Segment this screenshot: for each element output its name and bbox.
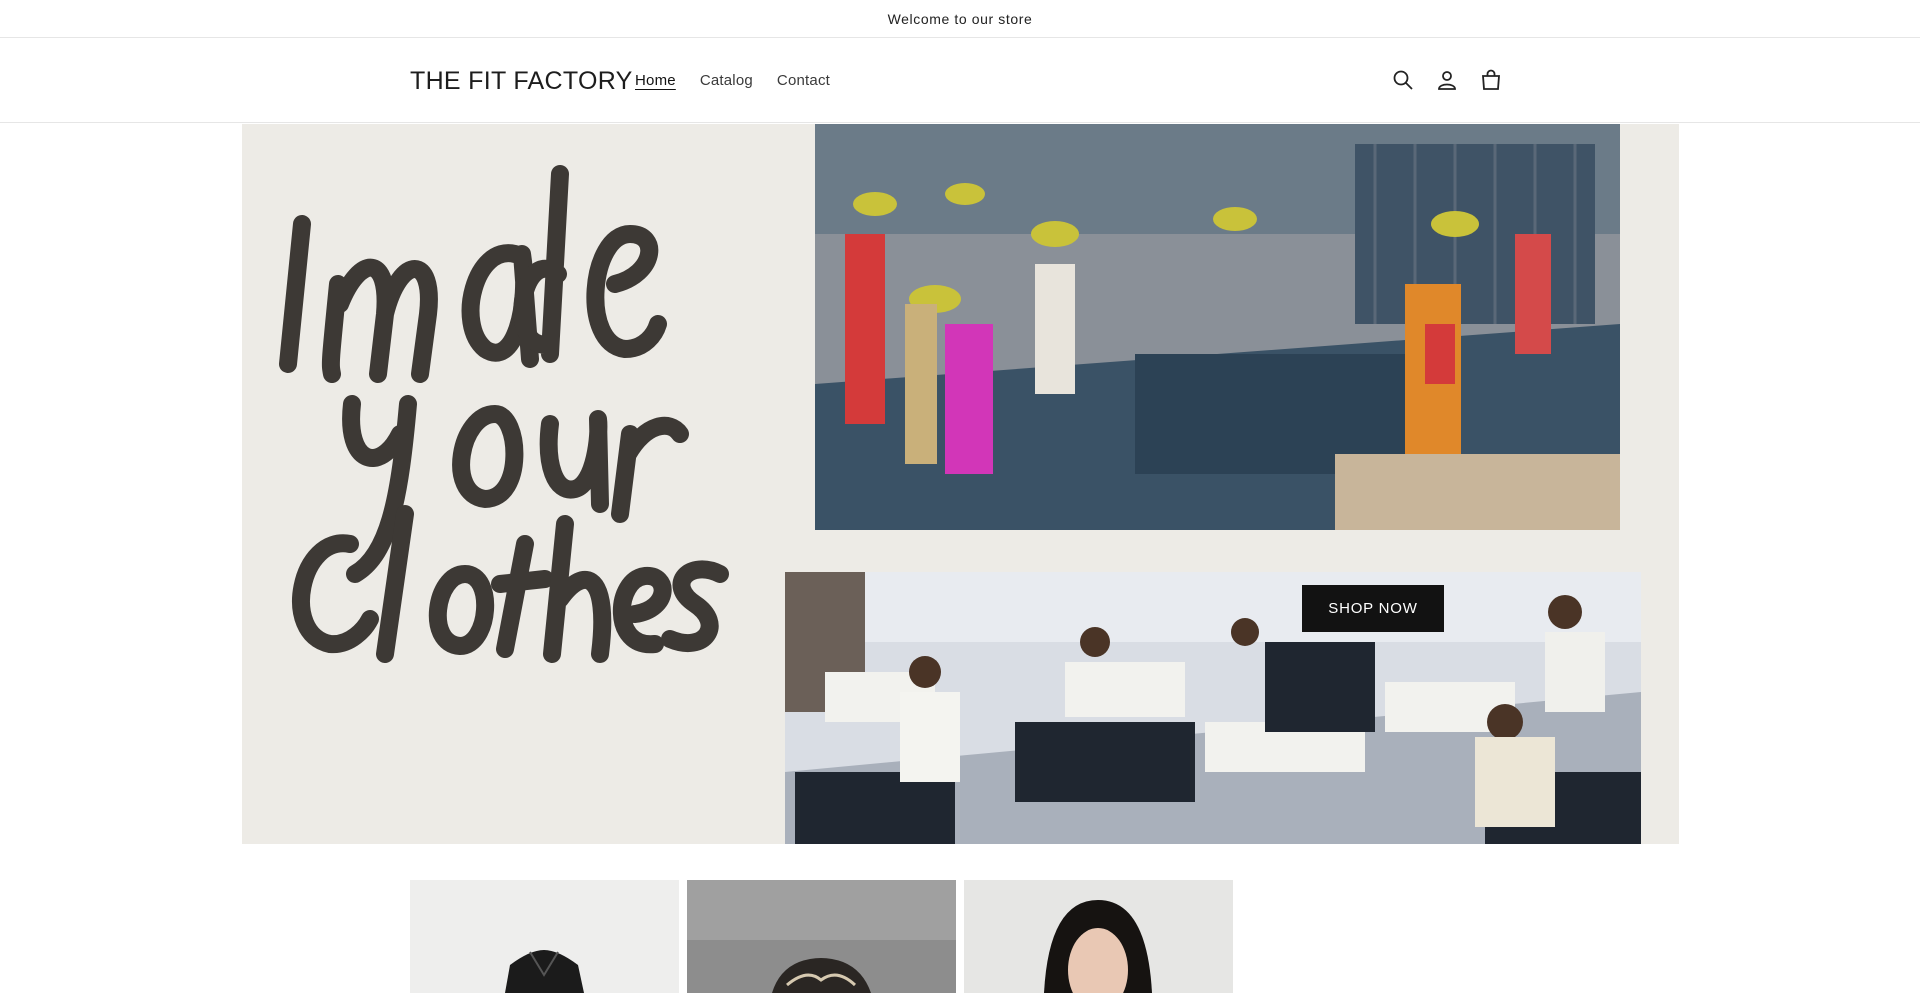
- patterned-garment-image: [687, 880, 956, 993]
- product-card[interactable]: [964, 880, 1233, 993]
- cart-icon[interactable]: [1478, 67, 1504, 93]
- hero-factory-photo-bottom: [785, 572, 1641, 844]
- main-nav: Home Catalog Contact: [635, 72, 854, 89]
- product-card[interactable]: [687, 880, 956, 993]
- shop-now-button[interactable]: SHOP NOW: [1302, 585, 1444, 632]
- woman-portrait-image: [964, 880, 1233, 993]
- site-header: THE FIT FACTORY Home Catalog Contact: [0, 39, 1920, 123]
- hero-handwritten-artwork: [279, 165, 729, 663]
- header-icons: [1390, 67, 1504, 93]
- leather-jacket-image: [410, 880, 679, 993]
- hero-banner: SHOP NOW: [242, 124, 1679, 844]
- announcement-bar: Welcome to our store: [0, 0, 1920, 38]
- announcement-text: Welcome to our store: [887, 10, 1033, 27]
- hero-factory-photo-top: [815, 124, 1620, 530]
- search-icon[interactable]: [1390, 67, 1416, 93]
- nav-catalog-link[interactable]: Catalog: [700, 72, 753, 89]
- product-card[interactable]: [410, 880, 679, 993]
- nav-home-link[interactable]: Home: [635, 72, 676, 89]
- account-icon[interactable]: [1434, 67, 1460, 93]
- nav-contact-link[interactable]: Contact: [777, 72, 830, 89]
- store-logo[interactable]: THE FIT FACTORY: [410, 67, 633, 96]
- product-grid: [410, 880, 1233, 993]
